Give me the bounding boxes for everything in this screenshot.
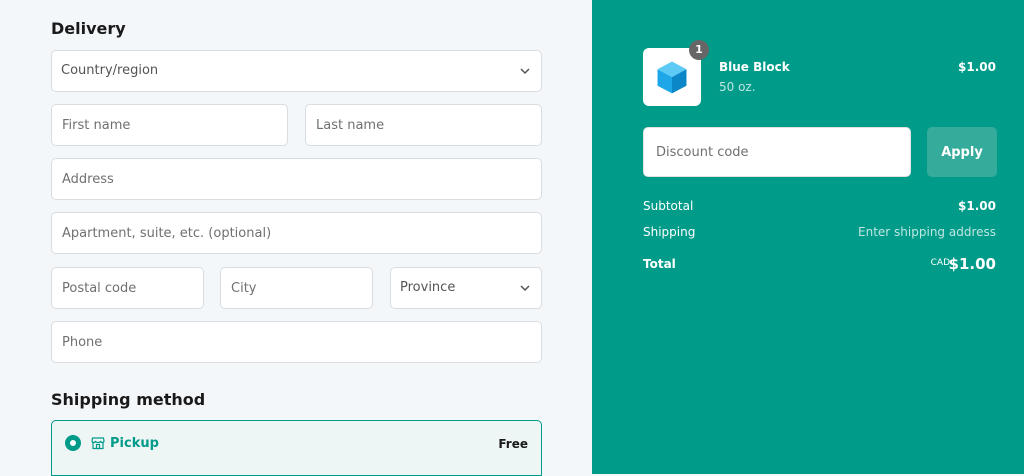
phone-field[interactable] (51, 321, 542, 363)
country-select[interactable]: Country/region (51, 50, 542, 92)
product-variant: 50 oz. (719, 80, 756, 94)
radio-selected[interactable] (65, 435, 81, 451)
postal-code-field[interactable] (51, 267, 204, 309)
currency-code: CAD (930, 258, 950, 268)
checkout-form-panel: Delivery Country/region Province Shippin… (0, 0, 592, 476)
last-name-input[interactable] (306, 105, 541, 145)
order-summary-panel: 1 Blue Block 50 oz. $1.00 Apply Subtotal… (592, 0, 1024, 474)
city-input[interactable] (221, 268, 372, 308)
discount-input[interactable] (644, 128, 910, 176)
discount-field[interactable] (643, 127, 911, 177)
city-field[interactable] (220, 267, 373, 309)
chevron-down-icon (520, 285, 530, 292)
shipping-price: Free (498, 437, 528, 451)
quantity-badge: 1 (689, 40, 709, 60)
chevron-down-icon (520, 68, 530, 75)
subtotal-value: $1.00 (958, 199, 996, 213)
apply-button[interactable]: Apply (927, 127, 997, 177)
shipping-method-heading: Shipping method (51, 390, 206, 409)
apartment-field[interactable] (51, 212, 542, 254)
province-select-label: Province (400, 280, 456, 295)
address-input[interactable] (52, 159, 541, 199)
product-price: $1.00 (958, 60, 996, 74)
delivery-heading: Delivery (51, 19, 126, 38)
shipping-value: Enter shipping address (858, 225, 996, 239)
total-value: $1.00 (948, 255, 996, 273)
pickup-label: Pickup (110, 436, 159, 451)
address-field[interactable] (51, 158, 542, 200)
first-name-input[interactable] (52, 105, 287, 145)
shipping-label: Shipping (643, 225, 696, 239)
product-name: Blue Block (719, 60, 790, 74)
shipping-option-pickup[interactable]: Pickup Free (51, 420, 542, 476)
postal-code-input[interactable] (52, 268, 203, 308)
total-label: Total (643, 257, 676, 271)
store-icon (91, 437, 105, 450)
country-select-label: Country/region (61, 63, 159, 78)
apartment-input[interactable] (52, 213, 541, 253)
first-name-field[interactable] (51, 104, 288, 146)
last-name-field[interactable] (305, 104, 542, 146)
province-select[interactable]: Province (390, 267, 542, 309)
subtotal-label: Subtotal (643, 199, 694, 213)
phone-input[interactable] (52, 322, 541, 362)
